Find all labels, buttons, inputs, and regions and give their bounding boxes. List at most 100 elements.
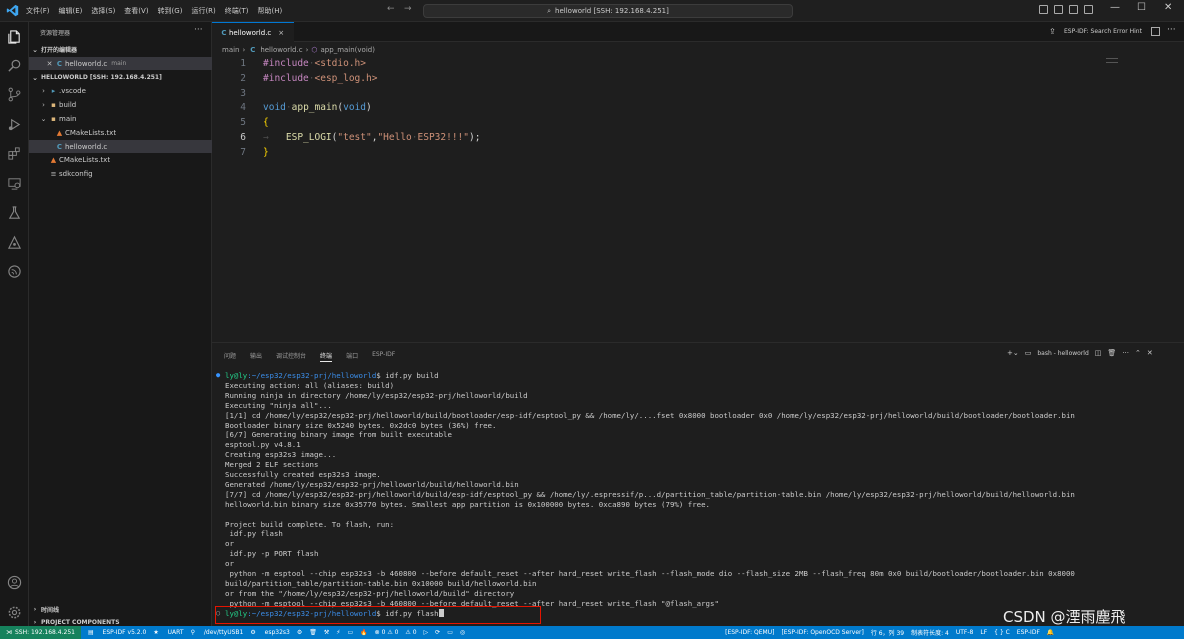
maximize-panel-icon[interactable]: ⌃ bbox=[1135, 349, 1141, 357]
run-debug-icon[interactable] bbox=[6, 116, 23, 133]
source-control-icon[interactable] bbox=[6, 86, 23, 103]
debug-icon[interactable]: ▷ bbox=[424, 629, 429, 636]
timeline-header[interactable]: › 时间线 bbox=[29, 603, 212, 615]
close-window-button[interactable]: ✕ bbox=[1164, 2, 1172, 13]
workspace-header[interactable]: ⌄ HELLOWORLD [SSH: 192.168.4.251] bbox=[29, 71, 212, 84]
breadcrumb-file[interactable]: helloworld.c bbox=[260, 46, 302, 54]
language-mode[interactable]: { } C bbox=[994, 629, 1010, 636]
esp-idf-explorer-icon[interactable] bbox=[6, 234, 23, 251]
back-arrow-icon[interactable]: ← bbox=[387, 4, 395, 14]
tree-item-sdkconfig[interactable]: ≡ sdkconfig bbox=[29, 167, 212, 180]
tree-item-helloworld-c[interactable]: Chelloworld.c bbox=[29, 140, 212, 153]
cursor-position[interactable]: 行 6，列 39 bbox=[871, 628, 904, 637]
flash-icon[interactable]: ⚡ bbox=[336, 629, 340, 636]
open-editor-item[interactable]: ✕ C helloworld.c main bbox=[29, 57, 212, 70]
code-editor[interactable]: 1 2 3 4 5 6 7 #include·<stdio.h> #includ… bbox=[212, 56, 1184, 342]
new-terminal-icon[interactable]: +⌄ bbox=[1007, 349, 1019, 357]
manage-gear-icon[interactable] bbox=[6, 604, 23, 621]
esp-idf-openocd[interactable]: [ESP-IDF: OpenOCD Server] bbox=[781, 629, 863, 636]
more-actions-icon[interactable]: ··· bbox=[1167, 25, 1176, 35]
tab-ports[interactable]: 端口 bbox=[346, 351, 358, 362]
tab-terminal[interactable]: 终端 bbox=[320, 351, 333, 362]
remote-indicator[interactable]: ⋊ SSH: 192.168.4.251 bbox=[0, 626, 81, 639]
kill-terminal-icon[interactable]: 🗑 bbox=[1107, 349, 1116, 357]
minimize-button[interactable]: — bbox=[1110, 2, 1120, 13]
monitor-icon[interactable]: ▭ bbox=[348, 629, 354, 636]
clean-icon[interactable]: 🗑 bbox=[309, 629, 317, 636]
remote-explorer-icon[interactable] bbox=[6, 175, 23, 192]
close-tab-icon[interactable]: × bbox=[278, 29, 284, 37]
editor-tab-bar: C helloworld.c × bbox=[212, 22, 1184, 42]
terminal-shell-name[interactable]: bash - helloworld bbox=[1037, 350, 1088, 357]
indentation[interactable]: 制表符长度: 4 bbox=[911, 628, 949, 637]
tab-output[interactable]: 输出 bbox=[250, 351, 262, 362]
menu-file[interactable]: 文件(F) bbox=[26, 6, 50, 16]
target-chip[interactable]: ⚙ esp32s3 bbox=[250, 629, 290, 636]
more-actions-icon[interactable]: ··· bbox=[194, 25, 203, 35]
extensions-icon[interactable] bbox=[6, 145, 23, 162]
menu-help[interactable]: 帮助(H) bbox=[258, 6, 283, 16]
toggle-secondary-sidebar-icon[interactable] bbox=[1069, 5, 1078, 14]
toggle-sidebar-icon[interactable] bbox=[1039, 5, 1048, 14]
explorer-icon[interactable] bbox=[6, 28, 23, 45]
espressif-icon[interactable] bbox=[6, 263, 23, 280]
encoding[interactable]: UTF-8 bbox=[956, 629, 974, 636]
menu-go[interactable]: 转到(G) bbox=[158, 6, 183, 16]
toggle-panel-icon[interactable] bbox=[1054, 5, 1063, 14]
sync-icon[interactable]: ⟳ bbox=[435, 629, 440, 636]
notifications-bell-icon[interactable]: 🔔 bbox=[1047, 629, 1054, 636]
end-of-line[interactable]: LF bbox=[980, 629, 987, 636]
breadcrumb-symbol[interactable]: app_main(void) bbox=[321, 46, 375, 54]
tab-esp-idf[interactable]: ESP-IDF bbox=[372, 351, 395, 362]
chevron-right-icon: › bbox=[42, 86, 45, 95]
build-flash-monitor-icon[interactable]: 🔥 bbox=[360, 629, 367, 636]
tab-problems[interactable]: 问题 bbox=[224, 351, 236, 362]
menu-edit[interactable]: 编辑(E) bbox=[59, 6, 83, 16]
serial-port[interactable]: ⚲ /dev/ttyUSB1 bbox=[191, 629, 244, 636]
split-terminal-icon[interactable]: ◫ bbox=[1095, 349, 1102, 357]
more-actions-icon[interactable]: ··· bbox=[1122, 349, 1129, 357]
split-editor-icon[interactable] bbox=[1151, 27, 1160, 36]
search-view-icon[interactable] bbox=[6, 57, 23, 74]
menu-terminal[interactable]: 终端(T) bbox=[225, 6, 249, 16]
menuconfig-icon[interactable]: ⚙ bbox=[297, 629, 302, 636]
open-editors-header[interactable]: ⌄ 打开的编辑器 bbox=[29, 43, 212, 56]
testing-icon[interactable] bbox=[6, 204, 23, 221]
breadcrumb-folder[interactable]: main bbox=[222, 46, 240, 54]
problems-indicator[interactable]: ⊗ 0 ⚠ 0 bbox=[375, 629, 399, 636]
tree-item-label: build bbox=[59, 100, 77, 109]
build-icon[interactable]: ⚒ bbox=[324, 629, 329, 636]
customize-layout-icon[interactable] bbox=[1084, 5, 1093, 14]
terminal-icon[interactable]: ▭ bbox=[447, 629, 453, 636]
line-number: 5 bbox=[240, 117, 246, 128]
tree-item-vscode[interactable]: › ▸ .vscode bbox=[29, 84, 212, 97]
ports-indicator[interactable]: ⚠ 0 bbox=[405, 629, 416, 636]
maximize-button[interactable]: ☐ bbox=[1137, 2, 1146, 13]
menu-selection[interactable]: 选择(S) bbox=[91, 6, 115, 16]
close-panel-icon[interactable]: ✕ bbox=[1147, 349, 1153, 357]
close-editor-icon[interactable]: ✕ bbox=[45, 60, 54, 68]
tab-debug-console[interactable]: 调试控制台 bbox=[276, 351, 306, 362]
tree-item-cmakelists-main[interactable]: ▲ CMakeLists.txt bbox=[29, 126, 212, 139]
esp-idf-qemu[interactable]: [ESP-IDF: QEMU] bbox=[725, 629, 774, 636]
tree-item-cmakelists-root[interactable]: ▲ CMakeLists.txt bbox=[29, 153, 212, 166]
esp-hint-icon[interactable]: ⇪ bbox=[1049, 27, 1056, 36]
terminal-line: Bootloader binary size 0x5240 bytes. 0x2… bbox=[225, 420, 497, 430]
menu-run[interactable]: 运行(R) bbox=[191, 6, 215, 16]
tree-item-label: CMakeLists.txt bbox=[65, 128, 117, 137]
esp-idf-version[interactable]: ▤ ESP-IDF v5.2.0 bbox=[88, 629, 146, 636]
account-icon[interactable] bbox=[6, 574, 23, 591]
terminal-line: Generated /home/ly/esp32/esp32-prj/hello… bbox=[225, 479, 519, 489]
command-center-search[interactable]: ⌕ helloworld [SSH: 192.168.4.251] bbox=[423, 4, 793, 18]
esp-idf-status[interactable]: ESP-IDF bbox=[1017, 629, 1040, 636]
tree-item-main[interactable]: ⌄ ▪ main bbox=[29, 112, 212, 125]
forward-arrow-icon[interactable]: → bbox=[404, 4, 412, 14]
folder-icon: ▪ bbox=[51, 100, 56, 109]
tab-helloworld-c[interactable]: C helloworld.c × bbox=[212, 22, 294, 42]
esp-idf-search-error-hint[interactable]: ESP-IDF: Search Error Hint bbox=[1064, 28, 1142, 35]
extension-status-icon[interactable]: ◎ bbox=[460, 629, 465, 636]
tree-item-build[interactable]: › ▪ build bbox=[29, 98, 212, 111]
uart-flash-method[interactable]: ★ UART bbox=[153, 629, 183, 636]
minimap[interactable] bbox=[1106, 58, 1118, 63]
menu-view[interactable]: 查看(V) bbox=[124, 6, 148, 16]
